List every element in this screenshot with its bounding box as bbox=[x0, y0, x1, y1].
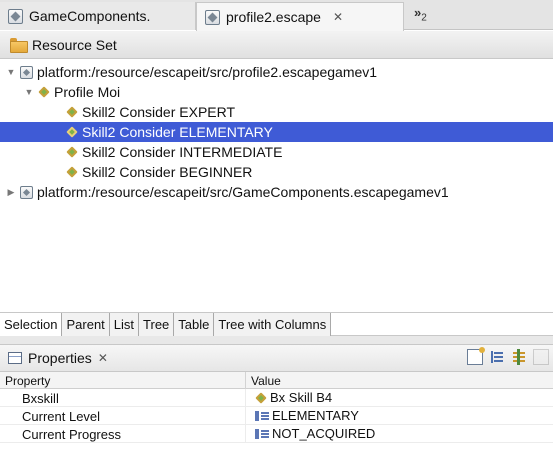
property-name: Bxskill bbox=[22, 391, 59, 406]
diamond-icon bbox=[255, 392, 267, 404]
resource-set-label: Resource Set bbox=[32, 36, 117, 53]
tree-item-skill2-elementary[interactable]: Skill2 Consider ELEMENTARY bbox=[0, 122, 553, 142]
tab-gamecomponents[interactable]: GameComponents. bbox=[0, 2, 196, 30]
properties-toolbar bbox=[467, 347, 549, 365]
pin-view-icon[interactable] bbox=[467, 347, 485, 365]
tab-selection[interactable]: Selection bbox=[0, 313, 63, 336]
property-value-text: ELEMENTARY bbox=[272, 408, 359, 423]
diamond-icon bbox=[66, 166, 78, 178]
column-header-property[interactable]: Property bbox=[5, 374, 50, 388]
restore-default-icon[interactable] bbox=[533, 349, 549, 365]
tree-item-label: platform:/resource/escapeit/src/profile2… bbox=[37, 64, 378, 80]
tree-item-skill2-beginner[interactable]: Skill2 Consider BEGINNER bbox=[0, 162, 553, 182]
diamond-icon bbox=[38, 86, 50, 98]
tree-item-gamecomponents-resource[interactable]: ▶ platform:/resource/escapeit/src/GameCo… bbox=[0, 182, 553, 202]
escape-file-icon bbox=[8, 8, 23, 24]
tree-item-profile-moi[interactable]: ▼ Profile Moi bbox=[0, 82, 553, 102]
tree-item-label: Skill2 Consider INTERMEDIATE bbox=[82, 144, 283, 160]
overflow-count: 2 bbox=[421, 12, 427, 24]
properties-view-header: Properties ✕ bbox=[0, 344, 553, 372]
tab-overflow-button[interactable]: »2 bbox=[414, 5, 427, 24]
column-divider bbox=[245, 425, 246, 443]
close-icon[interactable]: ✕ bbox=[98, 351, 108, 365]
property-name: Current Progress bbox=[22, 427, 121, 442]
show-advanced-icon[interactable] bbox=[511, 349, 527, 365]
diamond-icon bbox=[66, 126, 78, 138]
diamond-icon bbox=[66, 106, 78, 118]
tree-item-label: Profile Moi bbox=[54, 84, 121, 100]
tab-list[interactable]: List bbox=[109, 313, 140, 336]
resource-set-icon bbox=[10, 38, 28, 53]
close-icon[interactable]: ✕ bbox=[333, 10, 343, 24]
tree-item-skill2-intermediate[interactable]: Skill2 Consider INTERMEDIATE bbox=[0, 142, 553, 162]
tab-table[interactable]: Table bbox=[174, 313, 215, 336]
tree-item-skill2-expert[interactable]: Skill2 Consider EXPERT bbox=[0, 102, 553, 122]
show-categories-icon[interactable] bbox=[489, 349, 505, 365]
properties-table: Property Value Bxskill Bx Skill B4 Curre… bbox=[0, 372, 553, 461]
editor-page-tabs: Selection Parent List Tree Table Tree wi… bbox=[0, 312, 553, 336]
resource-set-header: Resource Set bbox=[0, 31, 553, 59]
escape-file-icon bbox=[20, 185, 33, 199]
enum-literal-icon bbox=[255, 410, 269, 421]
model-tree: ▼ platform:/resource/escapeit/src/profil… bbox=[0, 60, 553, 310]
property-value-text: Bx Skill B4 bbox=[270, 390, 333, 405]
tree-item-label: Skill2 Consider ELEMENTARY bbox=[82, 124, 273, 140]
column-divider bbox=[245, 389, 246, 407]
property-name: Current Level bbox=[22, 409, 101, 424]
property-value-text: NOT_ACQUIRED bbox=[272, 426, 376, 441]
table-row-bxskill[interactable]: Bxskill Bx Skill B4 bbox=[0, 389, 553, 407]
expand-arrow-icon[interactable]: ▼ bbox=[24, 87, 34, 97]
diamond-icon bbox=[66, 146, 78, 158]
column-header-value[interactable]: Value bbox=[251, 374, 281, 388]
properties-table-header: Property Value bbox=[0, 372, 553, 389]
escape-file-icon bbox=[20, 65, 33, 79]
collapse-arrow-icon[interactable]: ▶ bbox=[6, 187, 16, 198]
tree-item-label: platform:/resource/escapeit/src/GameComp… bbox=[37, 184, 449, 200]
escape-file-icon bbox=[205, 9, 220, 25]
property-value[interactable]: NOT_ACQUIRED bbox=[255, 426, 375, 441]
tab-tree[interactable]: Tree bbox=[139, 313, 175, 336]
tab-tree-with-columns[interactable]: Tree with Columns bbox=[214, 313, 332, 336]
expand-arrow-icon[interactable]: ▼ bbox=[6, 67, 16, 77]
property-value[interactable]: Bx Skill B4 bbox=[255, 390, 332, 405]
tree-item-label: Skill2 Consider EXPERT bbox=[82, 104, 236, 120]
tab-label: GameComponents. bbox=[29, 8, 151, 24]
view-separator bbox=[0, 336, 553, 344]
editor-tab-bar: GameComponents. profile2.escape ✕ »2 bbox=[0, 0, 553, 31]
column-divider bbox=[245, 407, 246, 425]
table-row-current-progress[interactable]: Current Progress NOT_ACQUIRED bbox=[0, 425, 553, 443]
table-row-current-level[interactable]: Current Level ELEMENTARY bbox=[0, 407, 553, 425]
properties-icon bbox=[8, 352, 22, 364]
properties-title[interactable]: Properties bbox=[28, 350, 92, 366]
tab-profile2-escape[interactable]: profile2.escape ✕ bbox=[196, 2, 404, 31]
enum-literal-icon bbox=[255, 428, 269, 439]
tree-item-profile2-resource[interactable]: ▼ platform:/resource/escapeit/src/profil… bbox=[0, 62, 553, 82]
property-value[interactable]: ELEMENTARY bbox=[255, 408, 359, 423]
tree-item-label: Skill2 Consider BEGINNER bbox=[82, 164, 253, 180]
tab-label: profile2.escape bbox=[226, 9, 321, 25]
tab-parent[interactable]: Parent bbox=[62, 313, 110, 336]
column-divider[interactable] bbox=[245, 372, 246, 389]
tab-strip-filler bbox=[331, 313, 553, 336]
